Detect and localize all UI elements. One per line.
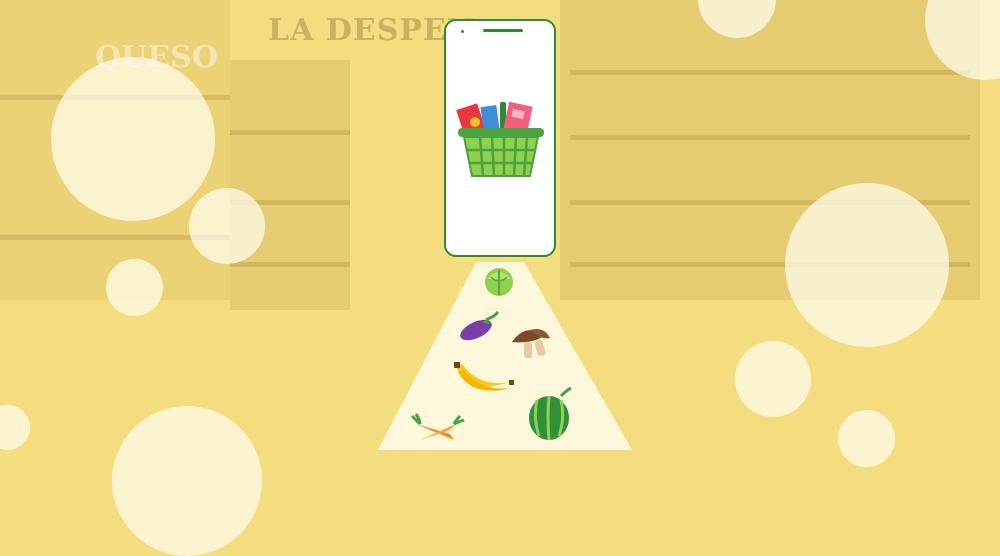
phone-speaker <box>483 29 523 32</box>
shopping-basket-icon <box>456 101 544 177</box>
watermelon-icon <box>529 386 572 441</box>
eggplant-icon <box>460 310 500 341</box>
carrot-icon <box>410 413 465 440</box>
phone-camera <box>461 30 464 33</box>
banana-icon <box>454 362 514 391</box>
cabbage-icon <box>485 268 513 296</box>
mushroom-icon <box>512 329 550 358</box>
